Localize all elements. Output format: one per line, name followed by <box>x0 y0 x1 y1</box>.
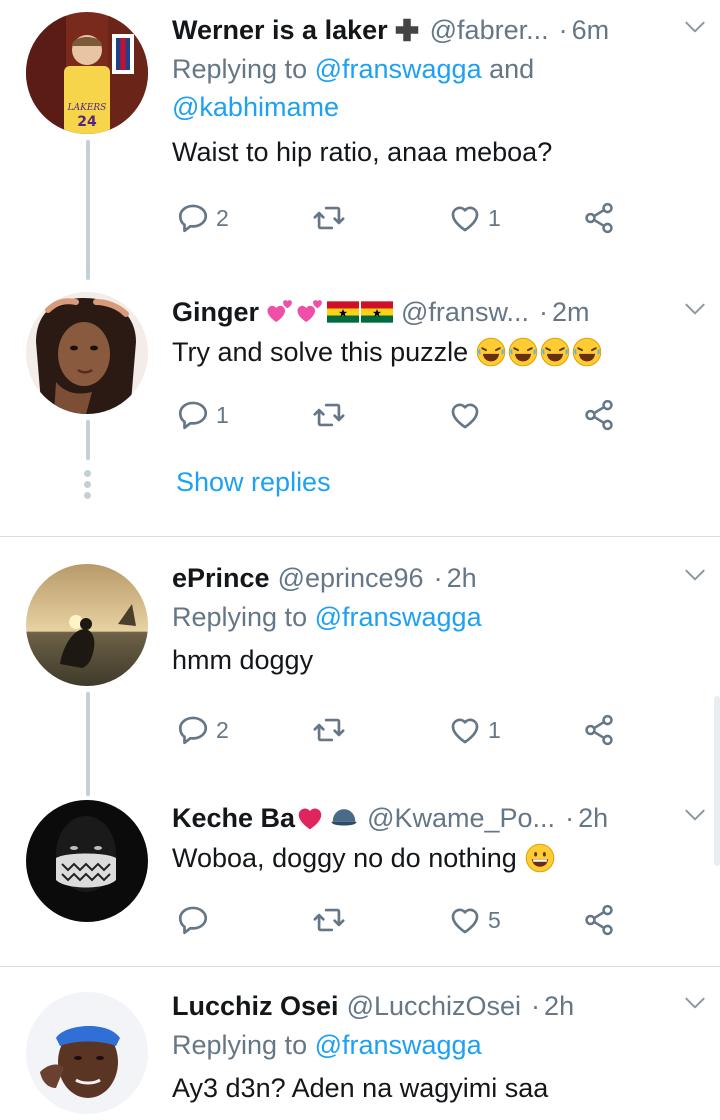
reply-button[interactable] <box>176 898 216 942</box>
replying-to: Replying to @franswagga and <box>172 54 535 84</box>
timestamp[interactable]: 6m <box>572 15 610 46</box>
tweet-werner[interactable]: LAKERS 24 Werner is a laker @fabrer... ·… <box>0 0 720 280</box>
tweet-text: Waist to hip ratio, anaa meboa? <box>172 137 553 167</box>
retweet-button[interactable] <box>312 708 352 752</box>
like-button[interactable]: 1 <box>448 196 501 240</box>
retweet-icon <box>312 713 346 747</box>
avatar-ginger[interactable] <box>26 292 148 414</box>
timestamp[interactable]: 2h <box>544 991 574 1022</box>
like-button[interactable]: 1 <box>448 708 501 752</box>
pink-hearts-emoji <box>295 297 325 327</box>
laughing-emoji <box>476 337 506 367</box>
user-handle[interactable]: @LucchizOsei <box>347 991 521 1022</box>
retweet-button[interactable] <box>312 393 352 437</box>
red-heart-emoji <box>298 808 322 830</box>
user-handle[interactable]: @fransw... <box>401 297 529 328</box>
grinning-emoji <box>525 843 555 873</box>
timestamp[interactable]: 2m <box>552 297 590 328</box>
chevron-down-icon[interactable] <box>682 296 708 322</box>
reply-button[interactable]: 2 <box>176 196 229 240</box>
red-cross-emoji <box>395 18 418 42</box>
laughing-emoji <box>508 337 538 367</box>
share-button[interactable] <box>582 196 616 240</box>
avatar-werner[interactable]: LAKERS 24 <box>26 12 148 134</box>
thread-dots <box>84 470 92 503</box>
user-handle[interactable]: @fabrer... <box>430 15 549 46</box>
mention-link[interactable]: @franswagga <box>315 54 482 84</box>
like-icon <box>448 903 482 937</box>
share-button[interactable] <box>582 898 616 942</box>
retweet-icon <box>312 398 346 432</box>
share-icon <box>582 713 616 747</box>
tweet-text: Try and solve this puzzle <box>172 332 700 372</box>
tweet-text: hmm doggy <box>172 645 314 675</box>
display-name[interactable]: ePrince <box>172 563 270 594</box>
ghana-flag-emoji <box>327 301 359 323</box>
user-handle[interactable]: @eprince96 <box>278 563 424 594</box>
tweet-ginger[interactable]: Ginger @fransw... · 2m Try and solve thi… <box>0 280 720 535</box>
like-icon <box>448 713 482 747</box>
thread-line <box>86 140 90 280</box>
retweet-icon <box>312 903 346 937</box>
share-button[interactable] <box>582 708 616 752</box>
reply-icon <box>176 201 210 235</box>
retweet-icon <box>312 201 346 235</box>
show-replies-link[interactable]: Show replies <box>176 467 331 498</box>
laughing-emoji <box>572 337 602 367</box>
svg-text:LAKERS: LAKERS <box>67 103 107 113</box>
scrollbar[interactable] <box>714 696 720 866</box>
like-button[interactable] <box>448 393 488 437</box>
share-icon <box>582 398 616 432</box>
retweet-button[interactable] <box>312 196 352 240</box>
share-button[interactable] <box>582 393 616 437</box>
laughing-emoji <box>540 337 570 367</box>
like-button[interactable]: 5 <box>448 898 501 942</box>
avatar-eprince[interactable] <box>26 564 148 686</box>
like-icon <box>448 398 482 432</box>
cap-emoji <box>331 809 357 826</box>
avatar-lucchiz[interactable] <box>26 992 148 1114</box>
display-name[interactable]: Werner is a laker <box>172 15 422 46</box>
replying-to: Replying to @franswagga <box>172 602 482 632</box>
user-handle[interactable]: @Kwame_Po... <box>367 803 555 834</box>
share-icon <box>582 201 616 235</box>
tweet-text: Woboa, doggy no do nothing <box>172 838 700 878</box>
display-name[interactable]: Keche Ba <box>172 803 359 834</box>
tweet-text: Ay3 d3n? Aden na wagyimi saa <box>172 1073 549 1103</box>
retweet-button[interactable] <box>312 898 352 942</box>
tweet-keche[interactable]: Keche Ba @Kwame_Po... · 2h Woboa, doggy … <box>0 790 720 966</box>
avatar-keche[interactable] <box>26 800 148 922</box>
reply-icon <box>176 398 210 432</box>
chevron-down-icon[interactable] <box>682 14 708 40</box>
divider <box>0 536 720 537</box>
mention-link[interactable]: @franswagga <box>315 602 482 632</box>
share-icon <box>582 903 616 937</box>
ghana-flag-emoji <box>361 301 393 323</box>
timestamp[interactable]: 2h <box>447 563 477 594</box>
reply-button[interactable]: 1 <box>176 393 229 437</box>
tweet-lucchiz[interactable]: Lucchiz Osei @LucchizOsei · 2h Replying … <box>0 976 720 1120</box>
reply-button[interactable]: 2 <box>176 708 229 752</box>
display-name[interactable]: Ginger <box>172 297 393 328</box>
thread-line <box>86 692 90 796</box>
divider <box>0 966 720 967</box>
reply-icon <box>176 713 210 747</box>
reply-icon <box>176 903 210 937</box>
display-name[interactable]: Lucchiz Osei <box>172 991 339 1022</box>
mention-link[interactable]: @kabhimame <box>172 92 339 122</box>
chevron-down-icon[interactable] <box>682 990 708 1016</box>
like-icon <box>448 201 482 235</box>
thread-line <box>86 420 90 460</box>
chevron-down-icon[interactable] <box>682 562 708 588</box>
chevron-down-icon[interactable] <box>682 802 708 828</box>
timestamp[interactable]: 2h <box>578 803 608 834</box>
svg-text:24: 24 <box>77 114 97 130</box>
pink-hearts-emoji <box>265 297 295 327</box>
mention-link[interactable]: @franswagga <box>315 1030 482 1060</box>
replying-to: Replying to @franswagga <box>172 1030 482 1060</box>
tweet-eprince[interactable]: ePrince @eprince96 · 2h Replying to @fra… <box>0 546 720 796</box>
